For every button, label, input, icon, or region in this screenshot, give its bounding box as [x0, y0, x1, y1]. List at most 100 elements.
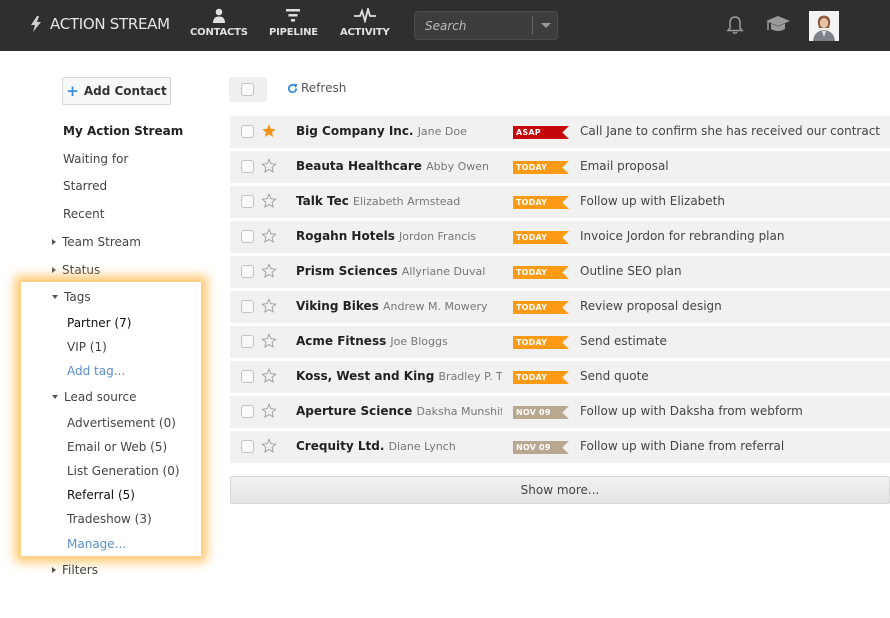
- due-badge: TODAY: [513, 196, 569, 209]
- bell-icon[interactable]: [726, 15, 744, 35]
- lead-source-referral[interactable]: Referral (5): [67, 488, 135, 502]
- contact-company[interactable]: Acme Fitness Joe Bloggs: [296, 334, 502, 348]
- refresh-icon: [287, 82, 298, 93]
- sidebar-filters[interactable]: Filters: [52, 563, 98, 577]
- contact-company[interactable]: Big Company Inc. Jane Doe: [296, 124, 502, 138]
- graduation-cap-icon[interactable]: [766, 14, 790, 34]
- contact-company[interactable]: Crequity Ltd. Diane Lynch: [296, 439, 502, 453]
- table-row[interactable]: Aperture Science Daksha Munshif NOV 09 Fol…: [230, 396, 890, 428]
- action-list: Big Company Inc. Jane Doe ASAP Call Jane t…: [230, 116, 890, 466]
- lead-source-email-or-web[interactable]: Email or Web (5): [67, 440, 167, 454]
- sidebar-lead-source-group[interactable]: Lead source: [52, 390, 137, 404]
- star-outline-icon[interactable]: [261, 263, 277, 279]
- search-dropdown-caret-icon[interactable]: [541, 23, 551, 28]
- table-row[interactable]: Prism Sciences Allyriane Duval TODAY Outli…: [230, 256, 890, 288]
- select-all-control: [229, 77, 267, 102]
- company-name: Aperture Science: [296, 404, 413, 418]
- lead-source-list-generation[interactable]: List Generation (0): [67, 464, 180, 478]
- row-checkbox[interactable]: [241, 370, 254, 383]
- table-row[interactable]: Rogahn Hotels Jordon Francis TODAY Invoice…: [230, 221, 890, 253]
- contact-person: Elizabeth Armstead: [353, 195, 461, 208]
- star-outline-icon[interactable]: [261, 438, 277, 454]
- star-outline-icon[interactable]: [261, 368, 277, 384]
- search-input[interactable]: [415, 12, 533, 39]
- star-outline-icon[interactable]: [261, 193, 277, 209]
- row-checkbox[interactable]: [241, 405, 254, 418]
- row-checkbox[interactable]: [241, 440, 254, 453]
- manage-lead-sources-link[interactable]: Manage...: [67, 537, 126, 551]
- sidebar-item-starred[interactable]: Starred: [63, 179, 107, 193]
- contact-company[interactable]: Aperture Science Daksha Munshif: [296, 404, 502, 418]
- contact-person: Joe Bloggs: [390, 335, 448, 348]
- task-description: Send quote: [580, 369, 649, 383]
- task-description: Call Jane to confirm she has received ou…: [580, 124, 880, 138]
- star-outline-icon[interactable]: [261, 298, 277, 314]
- show-more-button[interactable]: Show more...: [230, 476, 890, 504]
- table-row[interactable]: Big Company Inc. Jane Doe ASAP Call Jane t…: [230, 116, 890, 148]
- star-outline-icon[interactable]: [261, 403, 277, 419]
- row-checkbox[interactable]: [241, 265, 254, 278]
- refresh-button[interactable]: Refresh: [287, 81, 346, 95]
- contact-company[interactable]: Talk Tec Elizabeth Armstead: [296, 194, 502, 208]
- table-row[interactable]: Crequity Ltd. Diane Lynch NOV 09 Follow up…: [230, 431, 890, 463]
- company-name: Viking Bikes: [296, 299, 379, 313]
- due-badge: TODAY: [513, 301, 569, 314]
- company-name: Big Company Inc.: [296, 124, 414, 138]
- sidebar-status[interactable]: Status: [52, 263, 100, 277]
- company-name: Rogahn Hotels: [296, 229, 395, 243]
- task-description: Follow up with Daksha from webform: [580, 404, 803, 418]
- company-name: Koss, West and King: [296, 369, 435, 383]
- table-row[interactable]: Koss, West and King Bradley P. Thomas TOD…: [230, 361, 890, 393]
- collapse-arrow-icon: [52, 395, 58, 399]
- star-filled-icon[interactable]: [261, 123, 277, 139]
- sidebar-item-recent[interactable]: Recent: [63, 207, 104, 221]
- due-badge: TODAY: [513, 336, 569, 349]
- nav-activity[interactable]: ACTIVITY: [340, 8, 390, 38]
- avatar[interactable]: [809, 11, 839, 41]
- row-checkbox[interactable]: [241, 160, 254, 173]
- expand-arrow-icon: [52, 567, 56, 573]
- nav-label: PIPELINE: [269, 27, 318, 38]
- company-name: Prism Sciences: [296, 264, 398, 278]
- app-brand[interactable]: ACTION STREAM: [30, 15, 170, 33]
- row-checkbox[interactable]: [241, 300, 254, 313]
- team-stream-label: Team Stream: [62, 235, 141, 249]
- table-row[interactable]: Talk Tec Elizabeth Armstead TODAY Follow u…: [230, 186, 890, 218]
- row-checkbox[interactable]: [241, 125, 254, 138]
- contact-company[interactable]: Prism Sciences Allyriane Duval: [296, 264, 502, 278]
- table-row[interactable]: Acme Fitness Joe Bloggs TODAY Send estimat…: [230, 326, 890, 358]
- due-badge: TODAY: [513, 161, 569, 174]
- tag-partner[interactable]: Partner (7): [67, 316, 131, 330]
- star-outline-icon[interactable]: [261, 158, 277, 174]
- row-checkbox[interactable]: [241, 230, 254, 243]
- contact-company[interactable]: Rogahn Hotels Jordon Francis: [296, 229, 502, 243]
- sidebar-tags-group[interactable]: Tags: [52, 290, 91, 304]
- row-checkbox[interactable]: [241, 335, 254, 348]
- lead-source-tradeshow[interactable]: Tradeshow (3): [67, 512, 152, 526]
- lead-source-advertisement[interactable]: Advertisement (0): [67, 416, 176, 430]
- nav-contacts[interactable]: CONTACTS: [190, 8, 248, 38]
- table-row[interactable]: Beauta Healthcare Abby Owen TODAY Email pr…: [230, 151, 890, 183]
- sidebar-team-stream[interactable]: Team Stream: [52, 235, 141, 249]
- task-description: Email proposal: [580, 159, 669, 173]
- contact-person: Allyriane Duval: [401, 265, 486, 278]
- sidebar-item-waiting-for[interactable]: Waiting for: [63, 152, 128, 166]
- row-checkbox[interactable]: [241, 195, 254, 208]
- add-contact-button[interactable]: + Add Contact: [62, 77, 171, 105]
- sidebar-item-my-action-stream[interactable]: My Action Stream: [63, 124, 183, 138]
- contact-company[interactable]: Viking Bikes Andrew M. Mowery: [296, 299, 502, 313]
- star-outline-icon[interactable]: [261, 228, 277, 244]
- tag-vip[interactable]: VIP (1): [67, 340, 107, 354]
- add-contact-label: Add Contact: [83, 84, 167, 98]
- select-all-checkbox[interactable]: [241, 83, 254, 96]
- contact-company[interactable]: Beauta Healthcare Abby Owen: [296, 159, 502, 173]
- contact-company[interactable]: Koss, West and King Bradley P. Thomas: [296, 369, 502, 383]
- contact-person: Daksha Munshif: [416, 405, 502, 418]
- task-description: Review proposal design: [580, 299, 722, 313]
- nav-pipeline[interactable]: PIPELINE: [269, 8, 318, 38]
- add-tag-link[interactable]: Add tag...: [67, 364, 125, 378]
- collapse-arrow-icon: [52, 295, 58, 299]
- star-outline-icon[interactable]: [261, 333, 277, 349]
- table-row[interactable]: Viking Bikes Andrew M. Mowery TODAY Review…: [230, 291, 890, 323]
- company-name: Crequity Ltd.: [296, 439, 385, 453]
